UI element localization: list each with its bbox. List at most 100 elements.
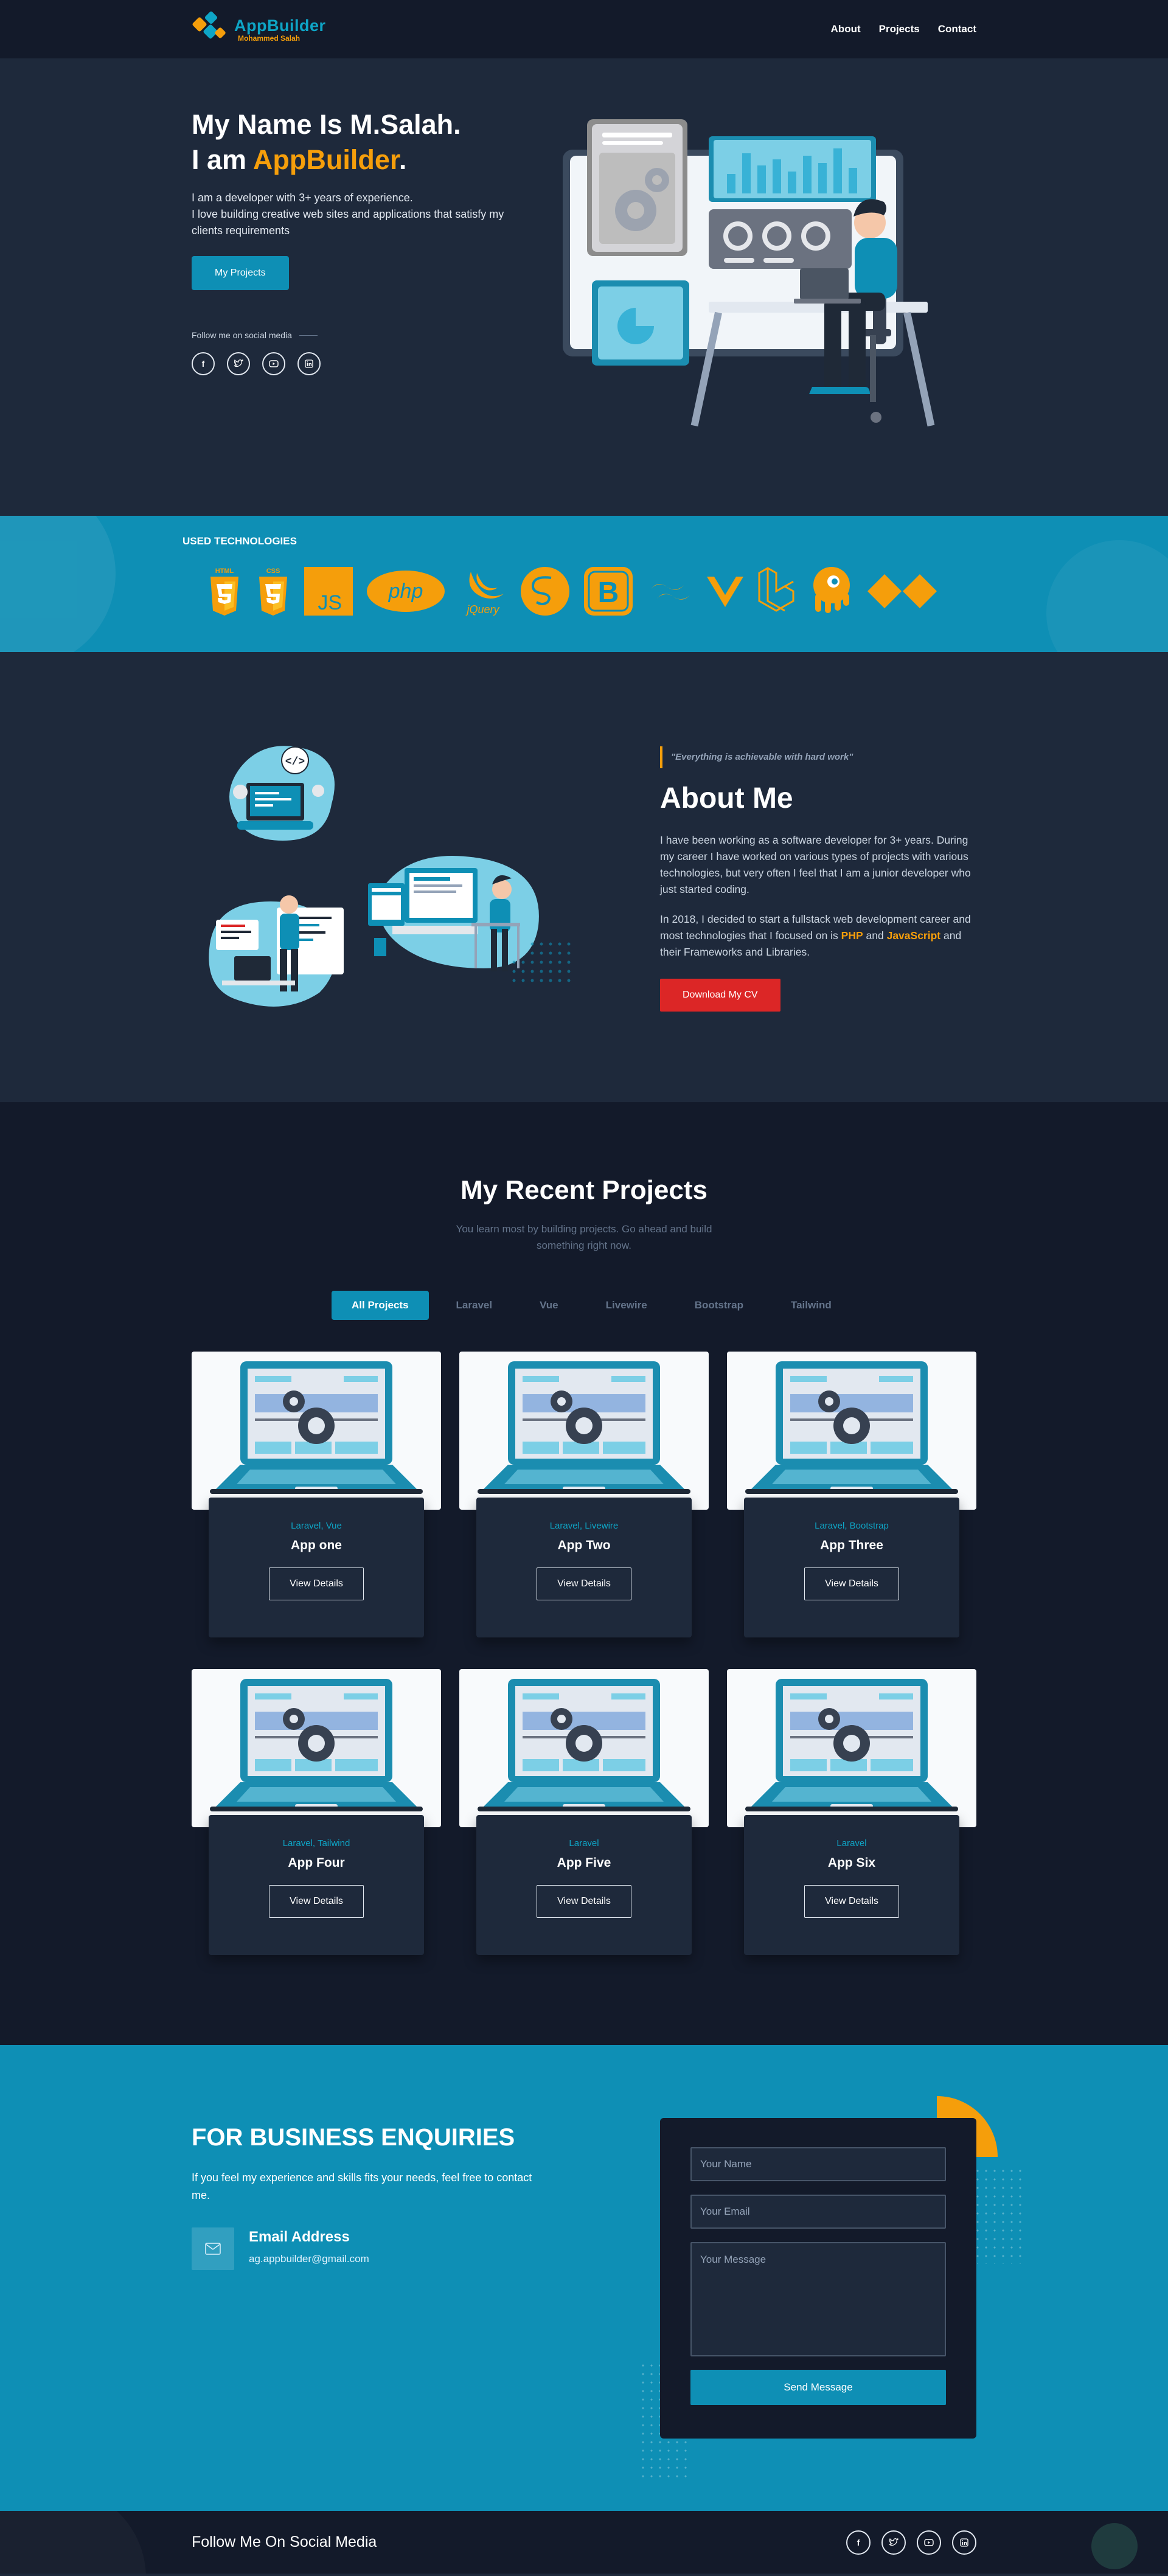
nav-contact[interactable]: Contact bbox=[938, 23, 976, 35]
project-name: App Four bbox=[288, 1856, 345, 1870]
vue-icon bbox=[707, 577, 743, 607]
hero-illustration bbox=[563, 119, 935, 427]
hero-social-links: f bbox=[192, 352, 508, 375]
youtube-icon[interactable] bbox=[917, 2530, 941, 2555]
project-tags: Laravel, Tailwind bbox=[282, 1838, 350, 1849]
filter-tailwind[interactable]: Tailwind bbox=[771, 1291, 852, 1320]
php-highlight: PHP bbox=[841, 929, 863, 942]
html5-icon: HTML bbox=[210, 568, 238, 616]
my-projects-button[interactable]: My Projects bbox=[192, 256, 289, 290]
about-quote: "Everything is achievable with hard work… bbox=[660, 746, 976, 768]
about-title: About Me bbox=[660, 782, 793, 814]
email-input[interactable]: Your Email bbox=[690, 2195, 946, 2229]
view-details-button[interactable]: View Details bbox=[537, 1567, 631, 1600]
project-image[interactable] bbox=[192, 1669, 441, 1827]
filter-livewire[interactable]: Livewire bbox=[586, 1291, 667, 1320]
contact-form: Your Name Your Email Your Message Send M… bbox=[660, 2118, 976, 2439]
view-details-button[interactable]: View Details bbox=[804, 1567, 899, 1600]
project-tags: Laravel, Vue bbox=[291, 1521, 342, 1531]
jquery-icon: jQuery bbox=[465, 572, 504, 616]
svg-text:B: B bbox=[598, 577, 619, 609]
about-section: </> "Everything is achievable with hard … bbox=[0, 652, 1168, 1102]
filter-all-projects[interactable]: All Projects bbox=[332, 1291, 429, 1320]
hero-role-accent: AppBuilder bbox=[252, 144, 399, 175]
svg-text:php: php bbox=[388, 580, 423, 603]
nav-about[interactable]: About bbox=[831, 23, 861, 35]
youtube-icon[interactable] bbox=[262, 352, 285, 375]
view-details-button[interactable]: View Details bbox=[804, 1885, 899, 1918]
project-card-body: Laravel App Five View Details bbox=[476, 1815, 692, 1955]
filter-vue[interactable]: Vue bbox=[520, 1291, 579, 1320]
project-image[interactable] bbox=[459, 1669, 709, 1827]
project-tags: Laravel bbox=[836, 1838, 867, 1849]
linkedin-icon[interactable] bbox=[952, 2530, 976, 2555]
linkedin-icon[interactable] bbox=[297, 352, 321, 375]
laravel-icon bbox=[758, 567, 794, 612]
message-textarea[interactable]: Your Message bbox=[690, 2242, 946, 2356]
filter-bootstrap[interactable]: Bootstrap bbox=[675, 1291, 763, 1320]
logo-name: AppBuilder bbox=[234, 16, 326, 35]
site-footer: Follow Me On Social Media f bbox=[0, 2511, 1168, 2574]
project-name: App Five bbox=[557, 1856, 611, 1870]
project-thumbnail bbox=[745, 1361, 958, 1494]
project-thumbnail bbox=[210, 1361, 423, 1494]
project-card: Laravel App Five View Details bbox=[459, 1669, 709, 1958]
project-name: App one bbox=[291, 1538, 342, 1552]
project-name: App Six bbox=[827, 1856, 876, 1870]
project-card: Laravel, Tailwind App Four View Details bbox=[192, 1669, 441, 1958]
contact-section: FOR BUSINESS ENQUIRIES If you feel my ex… bbox=[0, 2045, 1168, 2511]
facebook-icon[interactable]: f bbox=[192, 352, 215, 375]
footer-title: Follow Me On Social Media bbox=[192, 2533, 377, 2550]
alpine-icon bbox=[867, 574, 937, 608]
twitter-icon[interactable] bbox=[881, 2530, 906, 2555]
nav-projects[interactable]: Projects bbox=[879, 23, 920, 35]
send-message-button[interactable]: Send Message bbox=[690, 2370, 946, 2405]
svg-text:</>: </> bbox=[285, 756, 305, 768]
project-thumbnail bbox=[478, 1679, 690, 1811]
technologies-section: USED TECHNOLOGIES HTML CSS JS php jQuery bbox=[0, 516, 1168, 652]
sass-icon bbox=[521, 567, 569, 616]
logo[interactable]: AppBuilder Mohammed Salah bbox=[192, 10, 326, 48]
site-header: AppBuilder Mohammed Salah About Projects… bbox=[0, 0, 1168, 58]
tailwind-icon bbox=[650, 583, 691, 600]
javascript-icon: JS bbox=[304, 567, 353, 616]
project-thumbnail bbox=[478, 1361, 690, 1494]
project-thumbnail bbox=[210, 1679, 423, 1811]
livewire-icon bbox=[813, 567, 850, 613]
twitter-icon[interactable] bbox=[227, 352, 250, 375]
bootstrap-icon: B bbox=[584, 567, 633, 616]
svg-text:CSS: CSS bbox=[266, 568, 280, 575]
project-image[interactable] bbox=[192, 1352, 441, 1510]
filter-laravel[interactable]: Laravel bbox=[436, 1291, 513, 1320]
project-card-body: Laravel, Tailwind App Four View Details bbox=[209, 1815, 424, 1955]
main-nav: About Projects Contact bbox=[831, 23, 976, 35]
project-card: Laravel App Six View Details bbox=[727, 1669, 976, 1958]
view-details-button[interactable]: View Details bbox=[537, 1885, 631, 1918]
download-cv-button[interactable]: Download My CV bbox=[660, 979, 780, 1012]
footer-social-links: f bbox=[846, 2530, 976, 2555]
css3-icon: CSS bbox=[259, 568, 287, 616]
project-card: Laravel, Livewire App Two View Details bbox=[459, 1352, 709, 1640]
project-tags: Laravel, Bootstrap bbox=[815, 1521, 889, 1531]
projects-section: My Recent Projects You learn most by bui… bbox=[0, 1102, 1168, 2045]
hero-description: I am a developer with 3+ years of experi… bbox=[192, 192, 504, 237]
name-input[interactable]: Your Name bbox=[690, 2147, 946, 2181]
about-paragraph-1: I have been working as a software develo… bbox=[660, 834, 971, 895]
project-name: App Three bbox=[820, 1538, 883, 1552]
project-image[interactable] bbox=[459, 1352, 709, 1510]
php-icon: php bbox=[367, 571, 445, 612]
follow-label: Follow me on social media bbox=[192, 330, 508, 340]
projects-title: My Recent Projects bbox=[461, 1175, 707, 1205]
view-details-button[interactable]: View Details bbox=[269, 1885, 364, 1918]
project-image[interactable] bbox=[727, 1669, 976, 1827]
view-details-button[interactable]: View Details bbox=[269, 1567, 364, 1600]
project-image[interactable] bbox=[727, 1352, 976, 1510]
project-card: Laravel, Vue App one View Details bbox=[192, 1352, 441, 1640]
svg-text:HTML: HTML bbox=[215, 568, 234, 575]
project-card-body: Laravel, Bootstrap App Three View Details bbox=[744, 1498, 959, 1637]
project-name: App Two bbox=[557, 1538, 611, 1552]
project-tags: Laravel, Livewire bbox=[549, 1521, 619, 1531]
hero-role: I am AppBuilder. bbox=[192, 144, 407, 175]
project-tags: Laravel bbox=[569, 1838, 599, 1849]
facebook-icon[interactable]: f bbox=[846, 2530, 871, 2555]
